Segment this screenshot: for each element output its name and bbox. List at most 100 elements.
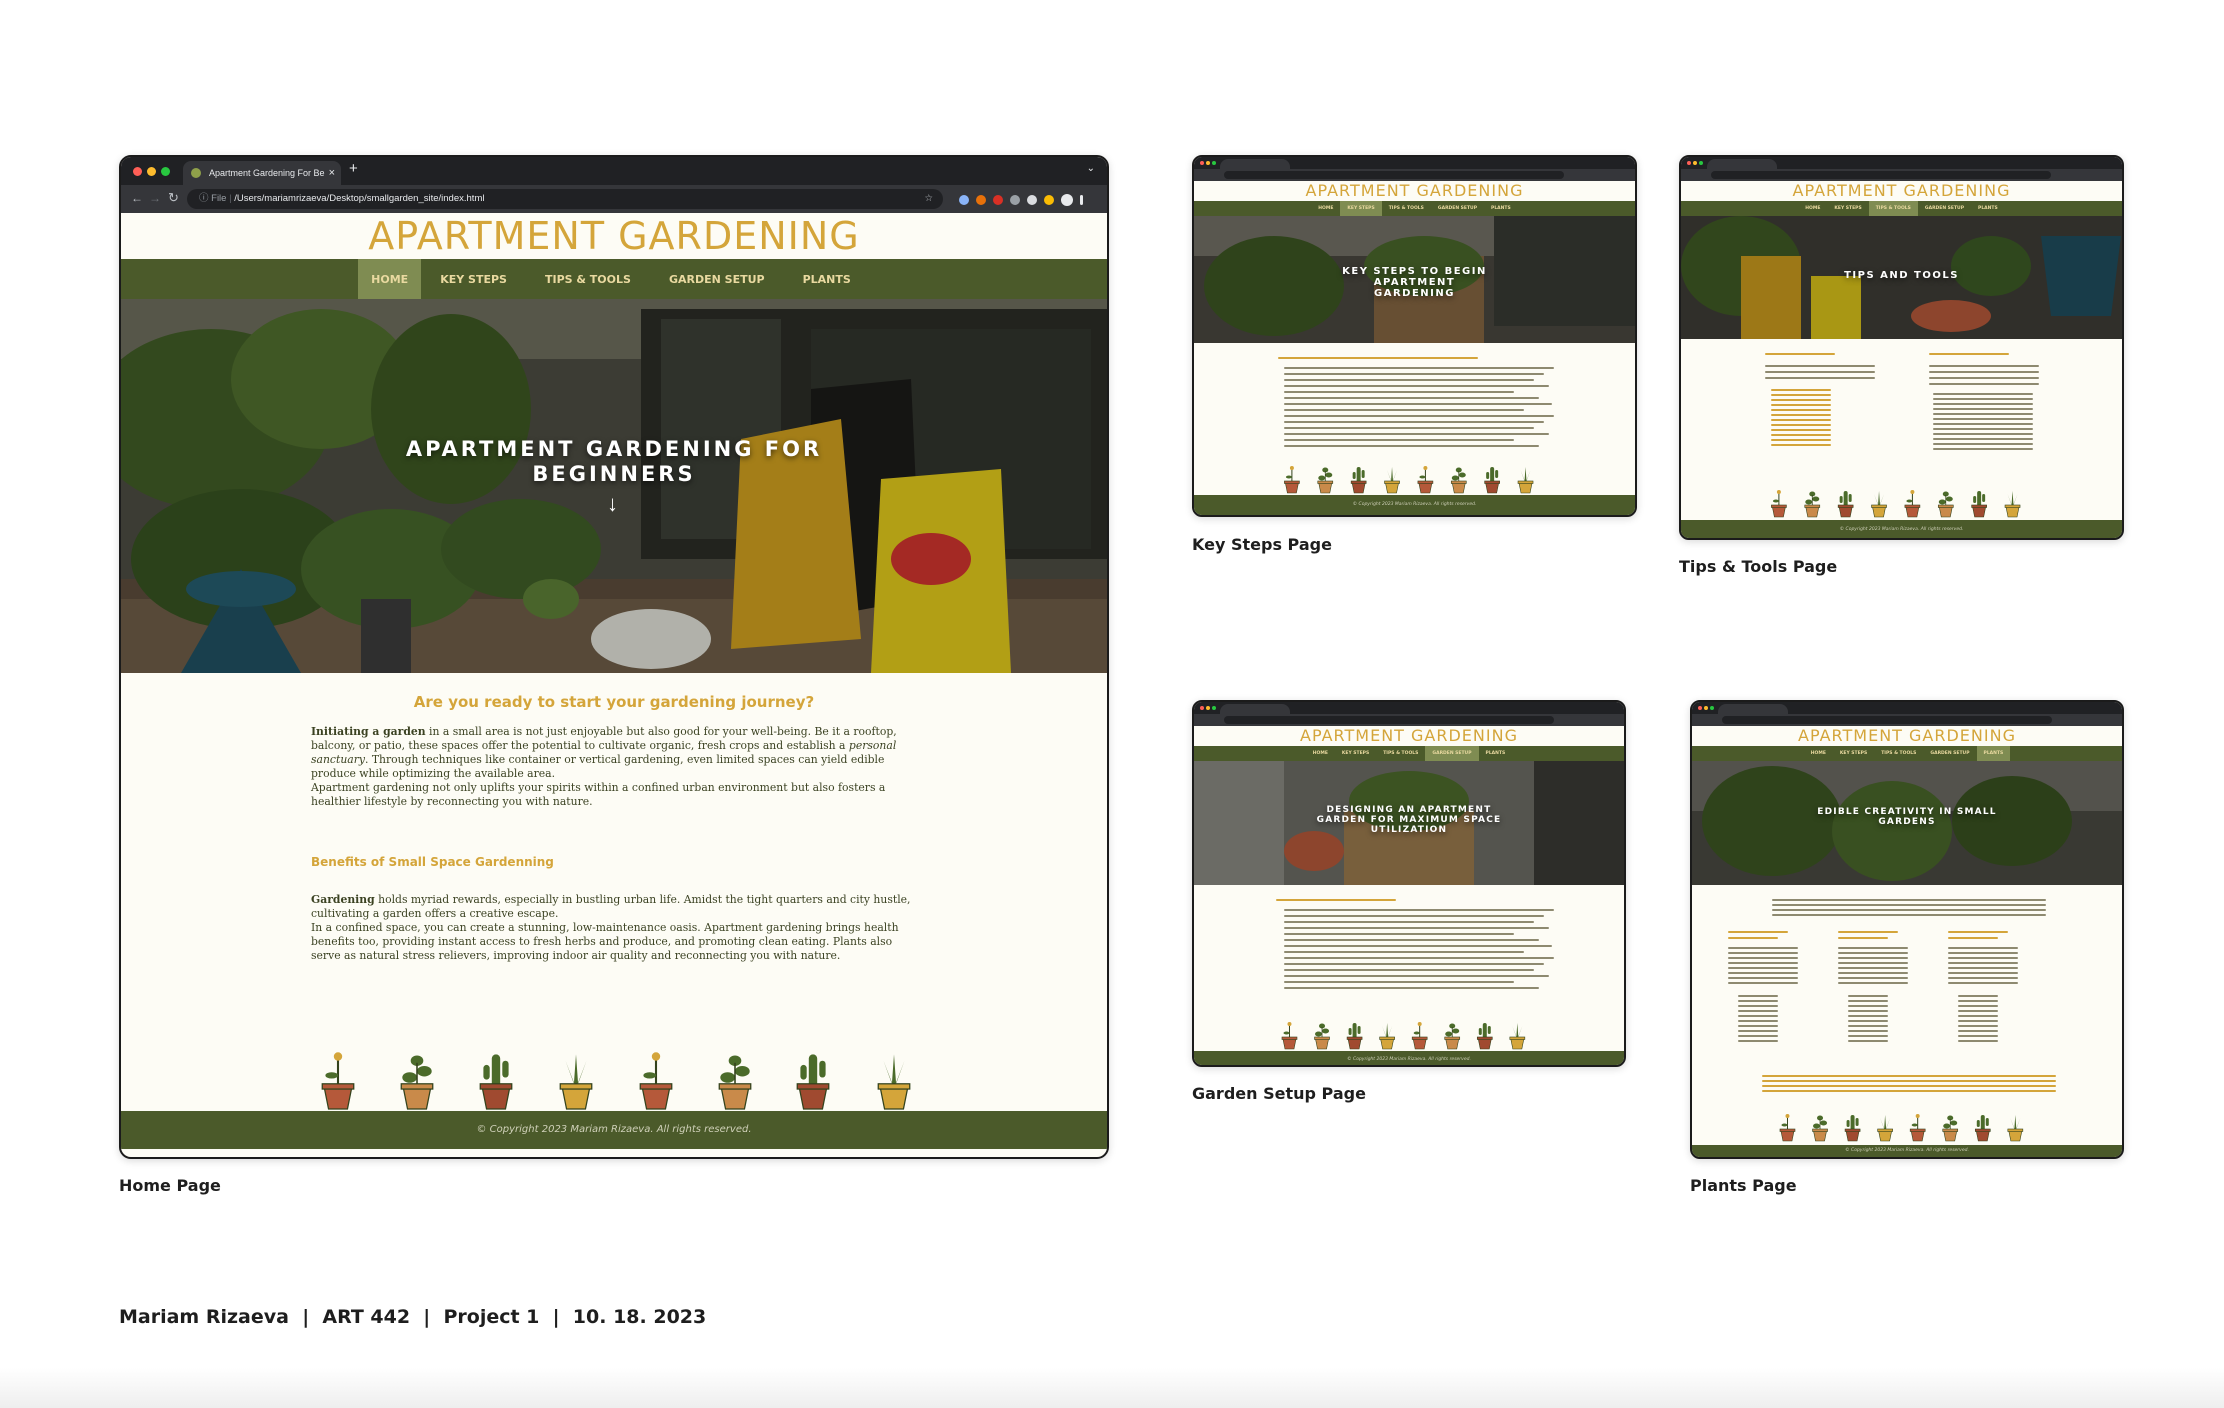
address-bar[interactable]	[1224, 171, 1564, 179]
nav-key-steps[interactable]: KEY STEPS	[1340, 201, 1382, 216]
close-window-icon[interactable]	[133, 167, 142, 176]
address-bar[interactable]	[1711, 171, 2051, 179]
nav-tips-tools[interactable]: TIPS & TOOLS	[1376, 746, 1425, 761]
text-line	[1284, 927, 1549, 929]
close-window-icon[interactable]	[1687, 161, 1691, 165]
nav-key-steps[interactable]: KEY STEPS	[1335, 746, 1376, 761]
minimize-window-icon[interactable]	[1704, 706, 1708, 710]
text-line	[1284, 439, 1514, 441]
extension-icon[interactable]	[1027, 195, 1037, 205]
text-line	[1284, 987, 1539, 989]
hero-banner: TIPS AND TOOLS	[1681, 216, 2122, 339]
close-window-icon[interactable]	[1698, 706, 1702, 710]
star-icon[interactable]: ☆	[924, 189, 933, 209]
text-line	[1284, 981, 1514, 983]
minimize-window-icon[interactable]	[1206, 161, 1210, 165]
key-steps-content	[1194, 343, 1635, 495]
potted-plant-icon	[1971, 491, 1987, 518]
nav-tips-tools[interactable]: TIPS & TOOLS	[1382, 201, 1431, 216]
nav-home[interactable]: HOME	[1306, 746, 1335, 761]
text-line	[1728, 947, 1798, 949]
nav-garden-setup[interactable]: GARDEN SETUP	[1923, 746, 1976, 761]
back-arrow-icon[interactable]: ←	[131, 191, 143, 205]
chevron-down-icon[interactable]: ⌄	[1087, 163, 1095, 174]
maximize-window-icon[interactable]	[1699, 161, 1703, 165]
garden-setup-nav: HOME KEY STEPS TIPS & TOOLS GARDEN SETUP…	[1194, 746, 1624, 761]
address-bar[interactable]: ⓘ File | /Users/mariamrizaeva/Desktop/sm…	[187, 189, 943, 209]
extension-icon[interactable]	[976, 195, 986, 205]
text-line	[1728, 962, 1798, 964]
close-window-icon[interactable]	[1200, 161, 1204, 165]
site-title: APARTMENT GARDENING	[1692, 726, 2122, 746]
reload-icon[interactable]: ↻	[168, 190, 179, 206]
minimize-window-icon[interactable]	[1206, 706, 1210, 710]
nav-plants[interactable]: PLANTS	[1484, 201, 1518, 216]
nav-tips-tools[interactable]: TIPS & TOOLS	[526, 259, 650, 299]
nav-plants[interactable]: PLANTS	[1971, 201, 2005, 216]
nav-garden-setup[interactable]: GARDEN SETUP	[650, 259, 784, 299]
nav-tips-tools[interactable]: TIPS & TOOLS	[1868, 201, 1918, 216]
text-line	[1284, 421, 1544, 423]
extension-icon[interactable]	[1010, 195, 1020, 205]
nav-plants[interactable]: PLANTS	[784, 259, 870, 299]
browser-tab[interactable]	[1718, 704, 1788, 714]
text-line	[1848, 1020, 1888, 1022]
tab-close-icon[interactable]: ×	[329, 161, 335, 185]
browser-tab[interactable]: Apartment Gardening For Be ×	[183, 161, 341, 185]
down-arrow-icon[interactable]: ↓	[607, 491, 618, 517]
maximize-window-icon[interactable]	[1710, 706, 1714, 710]
address-bar[interactable]	[1722, 716, 2052, 724]
maximize-window-icon[interactable]	[161, 167, 170, 176]
maximize-window-icon[interactable]	[1212, 706, 1216, 710]
text-line	[1948, 957, 2018, 959]
intro-paragraph-2: Apartment gardening not only uplifts you…	[311, 781, 886, 808]
nav-key-steps[interactable]: KEY STEPS	[1827, 201, 1868, 216]
text-line	[1848, 1040, 1888, 1042]
nav-home[interactable]: HOME	[1804, 746, 1833, 761]
potted-plant-icon	[2004, 491, 2021, 518]
nav-home[interactable]: HOME	[1798, 201, 1827, 216]
hero-title: APARTMENT GARDENING FOR BEGINNERS	[405, 437, 823, 486]
browser-tab[interactable]	[1220, 159, 1290, 169]
minimize-window-icon[interactable]	[147, 167, 156, 176]
nav-plants[interactable]: PLANTS	[1976, 746, 2011, 761]
new-tab-button[interactable]: +	[349, 160, 358, 177]
kebab-menu-icon[interactable]	[1080, 195, 1083, 205]
nav-home[interactable]: HOME	[1311, 201, 1340, 216]
text-line	[1848, 1000, 1888, 1002]
text-line	[1738, 1000, 1778, 1002]
extension-icon[interactable]	[1044, 195, 1054, 205]
close-window-icon[interactable]	[1200, 706, 1204, 710]
text-line	[1848, 1010, 1888, 1012]
extension-icon[interactable]	[959, 195, 969, 205]
browser-tab[interactable]	[1707, 159, 1777, 169]
profile-avatar[interactable]	[1061, 194, 1073, 206]
forward-arrow-icon[interactable]: →	[149, 191, 161, 205]
nav-key-steps[interactable]: KEY STEPS	[1833, 746, 1874, 761]
nav-home[interactable]: HOME	[358, 259, 422, 299]
maximize-window-icon[interactable]	[1212, 161, 1216, 165]
text-line	[1728, 957, 1798, 959]
text-line	[1838, 972, 1908, 974]
extension-icon[interactable]	[993, 195, 1003, 205]
text-line	[1728, 972, 1798, 974]
text-line	[1958, 1005, 1998, 1007]
site-footer: © Copyright 2023 Mariam Rizaeva. All rig…	[1692, 1145, 2122, 1157]
minimize-window-icon[interactable]	[1693, 161, 1697, 165]
text-line	[1948, 972, 2018, 974]
nav-tips-tools[interactable]: TIPS & TOOLS	[1874, 746, 1923, 761]
address-bar[interactable]	[1224, 716, 1554, 724]
potted-plant-icon	[1837, 491, 1854, 518]
nav-plants[interactable]: PLANTS	[1479, 746, 1513, 761]
info-icon[interactable]: ⓘ	[199, 193, 211, 204]
browser-tab[interactable]	[1220, 704, 1290, 714]
nav-garden-setup[interactable]: GARDEN SETUP	[1425, 746, 1479, 761]
text-line	[1284, 909, 1554, 911]
url-scheme-label: File	[211, 193, 227, 204]
site-title: APARTMENT GARDENING	[121, 213, 1107, 259]
nav-garden-setup[interactable]: GARDEN SETUP	[1431, 201, 1484, 216]
main-nav: HOME KEY STEPS TIPS & TOOLS GARDEN SETUP…	[121, 259, 1107, 299]
nav-key-steps[interactable]: KEY STEPS	[421, 259, 526, 299]
text-line	[1284, 373, 1544, 375]
nav-garden-setup[interactable]: GARDEN SETUP	[1918, 201, 1971, 216]
